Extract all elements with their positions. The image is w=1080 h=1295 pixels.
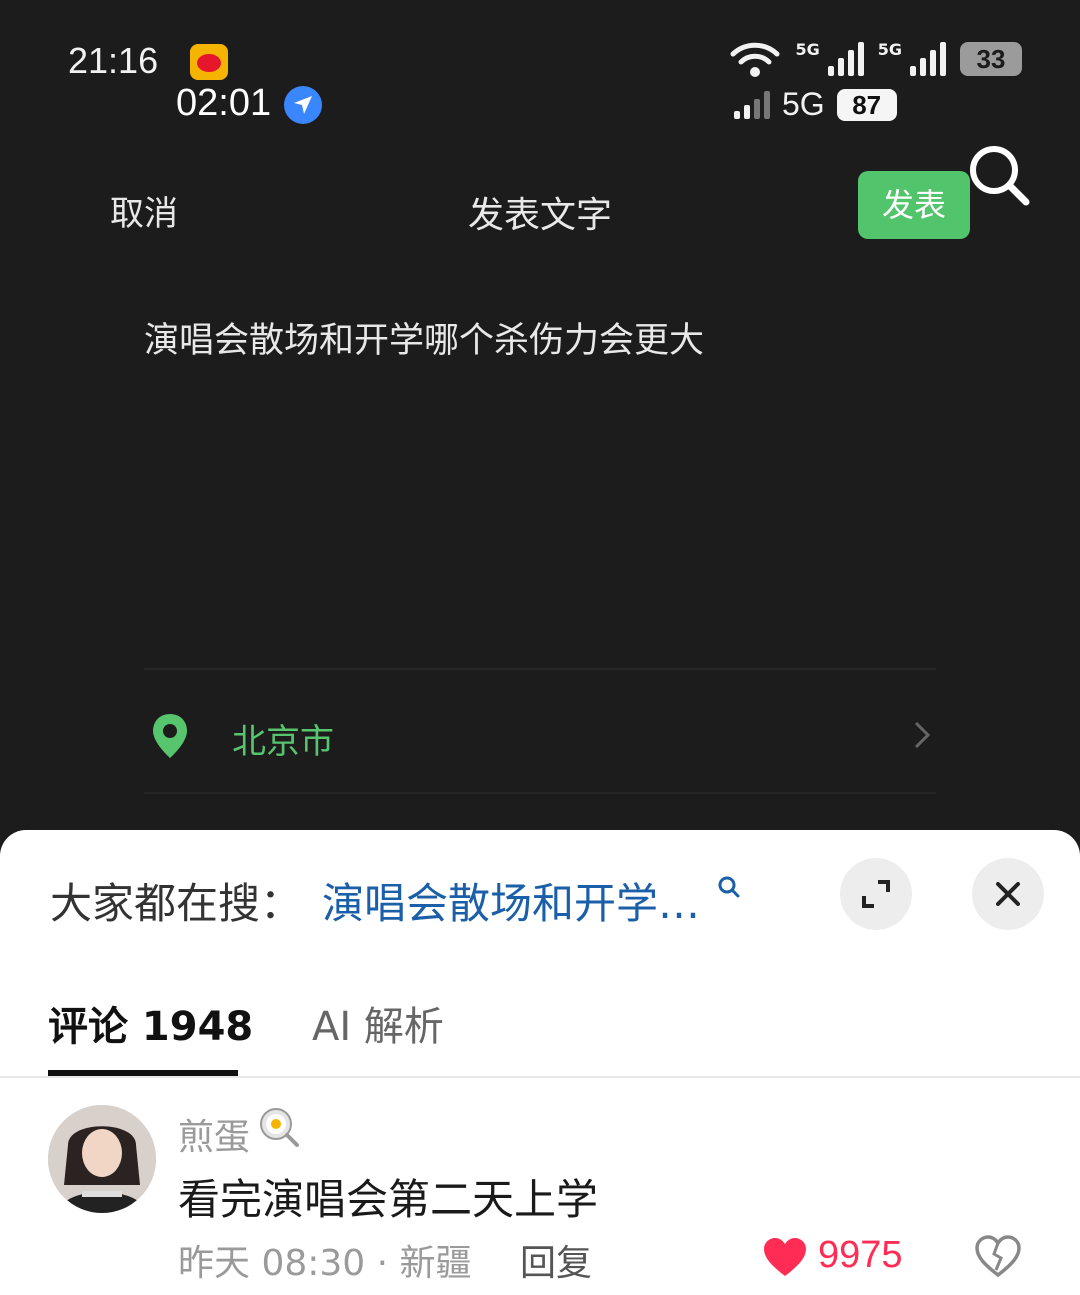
reply-button[interactable]: 回复	[520, 1234, 592, 1286]
status-icons-primary: 5G 5G 33	[729, 40, 1022, 78]
search-icon	[718, 876, 740, 898]
comment-text: 看完演唱会第二天上学	[178, 1175, 599, 1224]
comment-meta: 昨天 08:30 · 新疆	[178, 1243, 472, 1284]
avatar[interactable]	[48, 1105, 156, 1213]
divider	[0, 1076, 1080, 1078]
divider	[144, 668, 936, 670]
search-icon[interactable]	[964, 140, 1034, 210]
comment-username[interactable]: 煎蛋	[178, 1108, 250, 1160]
expand-button[interactable]	[840, 858, 912, 930]
post-text-input[interactable]: 演唱会散场和开学哪个杀伤力会更大	[144, 312, 704, 363]
network-type: 5G	[782, 86, 825, 122]
signal-bars-3-icon	[734, 90, 770, 119]
close-icon	[996, 882, 1020, 906]
location-label: 北京市	[232, 722, 334, 762]
wifi-icon	[730, 42, 780, 77]
tab-ai-analysis[interactable]: AI 解析	[312, 994, 444, 1052]
status-icons-secondary: 5G 87	[734, 86, 897, 123]
tab-comments[interactable]: 评论 1948	[48, 994, 253, 1052]
chevron-right-icon	[914, 721, 931, 749]
publish-button[interactable]: 发表	[858, 171, 970, 239]
clock-primary: 21:16	[68, 40, 159, 81]
comments-sheet: 大家都在搜： 演唱会散场和开学… 评论 1948 AI 解析 煎蛋 看完演唱会第…	[0, 830, 1080, 1295]
trending-label: 大家都在搜：	[50, 879, 303, 928]
location-arrow-icon	[284, 86, 322, 124]
frying-pan-egg-icon	[260, 1108, 299, 1147]
signal-bars-1-icon	[827, 42, 864, 76]
trending-query-link[interactable]: 演唱会散场和开学…	[322, 870, 700, 931]
like-count: 9975	[818, 1234, 903, 1276]
location-pin-icon	[153, 714, 187, 758]
network-label-1: 5G	[795, 40, 820, 59]
clock-secondary: 02:01	[176, 82, 272, 124]
battery-indicator-primary: 33	[960, 42, 1022, 76]
status-bar: 21:16 02:01 5G 5G 33 5G 87	[0, 0, 1080, 140]
expand-icon	[862, 880, 890, 908]
like-heart-icon[interactable]	[762, 1236, 808, 1278]
signal-bars-2-icon	[910, 42, 946, 76]
network-label-2: 5G	[877, 40, 902, 59]
close-button[interactable]	[972, 858, 1044, 930]
battery-indicator-secondary: 87	[836, 88, 897, 121]
location-row[interactable]: 北京市	[144, 690, 936, 780]
broken-heart-icon[interactable]	[974, 1234, 1022, 1278]
weibo-app-icon	[190, 44, 228, 80]
divider	[144, 792, 936, 794]
